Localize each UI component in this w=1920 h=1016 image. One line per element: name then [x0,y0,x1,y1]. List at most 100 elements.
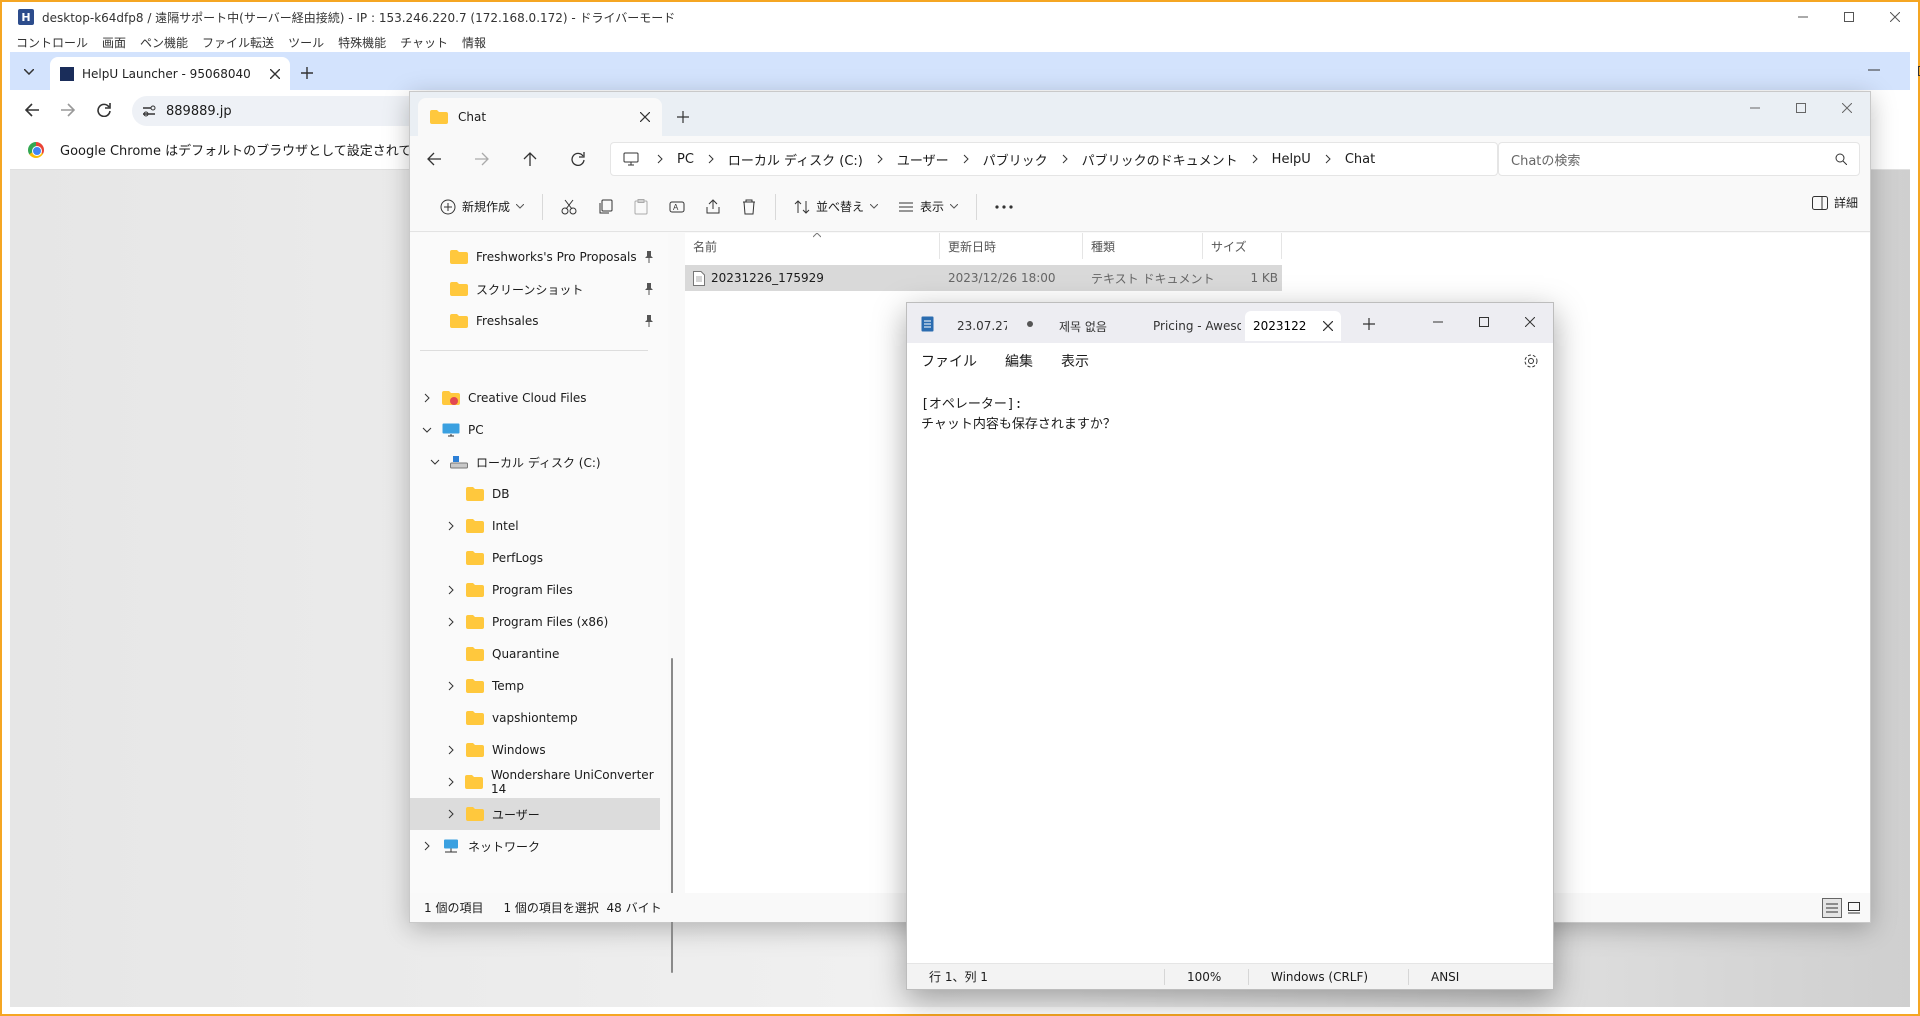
maximize-button[interactable] [1826,2,1872,32]
rename-button[interactable]: A [659,189,695,225]
computer-icon[interactable] [623,152,639,166]
chevron-down-icon[interactable] [420,427,434,433]
notepad-tab-1[interactable]: 23.07.27 [957,311,1007,341]
new-button[interactable]: 新規作成 [430,189,534,225]
refresh-icon[interactable] [554,139,602,179]
chevron-right-icon[interactable] [1321,154,1335,164]
tab-search-chevron-icon[interactable] [18,61,40,83]
menu-special[interactable]: 特殊機能 [338,34,386,51]
chevron-right-icon[interactable] [959,154,973,164]
explorer-minimize-button[interactable] [1732,94,1778,122]
reload-icon[interactable] [86,92,122,128]
notepad-text-area[interactable]: [オペレーター]: チャット内容も保存されますか？ [921,395,1541,895]
tab-close-icon[interactable] [1323,321,1333,331]
column-header-size[interactable]: サイズ [1203,233,1282,259]
up-arrow-icon[interactable] [506,139,554,179]
details-pane-button[interactable]: 詳細 [1811,194,1858,211]
sort-button[interactable]: 並べ替え [784,189,888,225]
chevron-right-icon[interactable] [444,809,458,819]
nav-item[interactable]: Windows [410,734,660,766]
search-input[interactable]: Chatの検索 [1498,142,1860,176]
breadcrumb-users[interactable]: ユーザー [887,150,959,169]
chevron-right-icon[interactable] [420,841,434,851]
explorer-maximize-button[interactable] [1778,94,1824,122]
gear-icon[interactable] [1523,353,1539,369]
nav-item[interactable]: ネットワーク [410,830,660,862]
chevron-right-icon[interactable] [653,154,667,164]
tiles-view-button[interactable] [1844,898,1864,918]
chevron-right-icon[interactable] [420,393,434,403]
new-tab-plus-icon[interactable] [1363,318,1375,330]
nav-item[interactable]: ユーザー [410,798,660,830]
breadcrumb-public[interactable]: パブリック [973,150,1058,169]
scrollbar-thumb[interactable] [671,658,673,973]
menu-control[interactable]: コントロール [16,34,88,51]
explorer-close-button[interactable] [1824,94,1870,122]
copy-button[interactable] [587,189,623,225]
notepad-close-button[interactable] [1507,307,1553,337]
menu-view[interactable]: 表示 [1061,351,1089,371]
notepad-minimize-button[interactable] [1415,307,1461,337]
chevron-right-icon[interactable] [444,681,458,691]
menu-pen[interactable]: ペン機能 [140,34,188,51]
breadcrumb-helpu[interactable]: HelpU [1262,152,1321,167]
close-button[interactable] [1872,2,1918,32]
menu-info[interactable]: 情報 [462,34,486,51]
new-tab-plus-icon[interactable] [296,62,318,84]
chevron-right-icon[interactable] [444,521,458,531]
notepad-tab-3[interactable]: Pricing - Aweso [1153,311,1241,341]
tab-close-icon[interactable] [640,112,650,122]
pin-icon[interactable] [644,283,654,295]
site-info-icon[interactable] [142,104,156,118]
breadcrumb-public-documents[interactable]: パブリックのドキュメント [1072,150,1248,169]
nav-item[interactable]: ローカル ディスク (C:) [410,446,660,478]
chevron-right-icon[interactable] [444,745,458,755]
share-button[interactable] [695,189,731,225]
cut-button[interactable] [551,189,587,225]
menu-file-transfer[interactable]: ファイル転送 [202,34,274,51]
more-options-button[interactable] [985,189,1023,225]
chrome-minimize-button[interactable] [1868,64,1880,76]
notepad-tab-2[interactable]: 제목 없음 [1059,311,1139,341]
chevron-right-icon[interactable] [1248,154,1262,164]
forward-arrow-icon[interactable] [50,92,86,128]
nav-item[interactable]: Program Files (x86) [410,606,660,638]
pin-icon[interactable] [644,315,654,327]
nav-item[interactable]: Freshsales [410,305,660,337]
menu-edit[interactable]: 編集 [1005,351,1033,371]
menu-file[interactable]: ファイル [921,351,977,371]
back-arrow-icon[interactable] [14,92,50,128]
breadcrumb-local-disk[interactable]: ローカル ディスク (C:) [718,150,873,169]
delete-button[interactable] [731,189,767,225]
chevron-right-icon[interactable] [444,585,458,595]
nav-item[interactable]: PC [410,414,660,446]
tab-close-icon[interactable] [270,68,280,79]
chevron-right-icon[interactable] [704,154,718,164]
details-view-button[interactable] [1822,898,1842,918]
nav-item[interactable]: Quarantine [410,638,660,670]
nav-item[interactable]: Temp [410,670,660,702]
menu-chat[interactable]: チャット [400,34,448,51]
nav-item[interactable]: vapshiontemp [410,702,660,734]
chevron-right-icon[interactable] [444,777,457,787]
chevron-right-icon[interactable] [444,617,458,627]
back-arrow-icon[interactable] [410,139,458,179]
nav-item[interactable]: Intel [410,510,660,542]
chevron-down-icon[interactable] [428,459,442,465]
nav-item[interactable]: Wondershare UniConverter 14 [410,766,660,798]
pin-icon[interactable] [644,251,654,263]
nav-item[interactable]: Program Files [410,574,660,606]
address-bar[interactable]: 889889.jp [132,96,432,126]
minimize-button[interactable] [1780,2,1826,32]
nav-item[interactable]: Creative Cloud Files [410,382,660,414]
column-header-name[interactable]: 名前 [685,233,940,259]
nav-item[interactable]: DB [410,478,660,510]
forward-arrow-icon[interactable] [458,139,506,179]
navigation-scrollbar[interactable] [668,233,676,973]
breadcrumb-pc[interactable]: PC [667,152,704,167]
nav-item[interactable]: PerfLogs [410,542,660,574]
menu-screen[interactable]: 画面 [102,34,126,51]
chrome-tab-helpu[interactable]: HelpU Launcher - 95068040 [50,57,290,90]
nav-item[interactable]: スクリーンショット [410,273,660,305]
explorer-tab-chat[interactable]: Chat [418,98,662,136]
